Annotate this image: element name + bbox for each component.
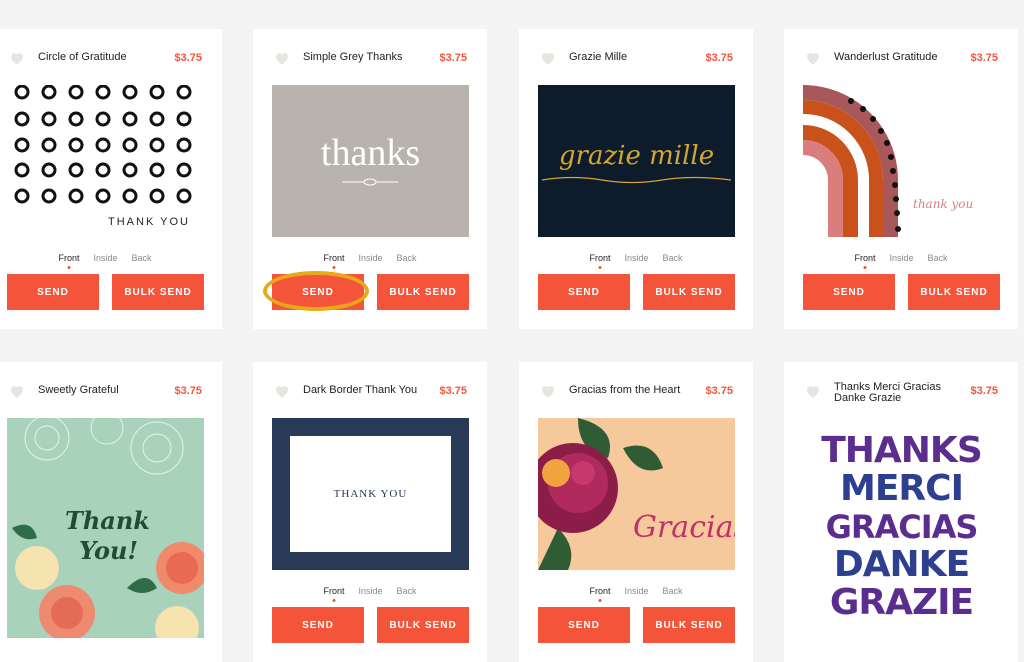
word-merci: MERCI — [840, 468, 964, 509]
view-tabs: Front Inside Back — [519, 253, 753, 263]
card-wanderlust-gratitude: Wanderlust Gratitude $3.75 thank you Fro… — [784, 29, 1018, 329]
heart-icon[interactable] — [804, 49, 822, 67]
view-tabs: Front Inside Back — [0, 253, 222, 263]
card-artwork[interactable]: THANK YOU — [272, 418, 469, 570]
bulk-send-button[interactable]: BULK SEND — [377, 274, 469, 310]
tab-back[interactable]: Back — [928, 253, 948, 263]
tab-front[interactable]: Front — [323, 586, 344, 596]
card-simple-grey-thanks: Simple Grey Thanks $3.75 thanks Front Ins… — [253, 29, 487, 329]
art-text-line-2: You! — [79, 536, 139, 565]
card-title[interactable]: Circle of Gratitude — [38, 52, 163, 63]
card-title[interactable]: Thanks Merci Gracias Danke Grazie — [834, 382, 959, 404]
tab-front[interactable]: Front — [323, 253, 344, 263]
bulk-send-button[interactable]: BULK SEND — [643, 607, 735, 643]
flourish-icon — [542, 176, 731, 184]
art-text-line-1: Thank — [65, 506, 150, 535]
view-tabs: Front Inside Back — [253, 253, 487, 263]
ornament-icon — [342, 178, 398, 186]
send-button[interactable]: SEND — [803, 274, 895, 310]
tab-back[interactable]: Back — [663, 586, 683, 596]
card-sweetly-grateful: Sweetly Grateful $3.75 Thank You! — [0, 362, 222, 662]
send-button[interactable]: SEND — [272, 274, 364, 310]
heart-icon[interactable] — [273, 49, 291, 67]
word-grazie: GRAZIE — [829, 582, 974, 623]
tab-back[interactable]: Back — [132, 253, 152, 263]
card-title[interactable]: Grazie Mille — [569, 52, 694, 63]
tab-front[interactable]: Front — [58, 253, 79, 263]
card-header: Circle of Gratitude $3.75 — [0, 29, 222, 89]
tab-inside[interactable]: Inside — [889, 253, 913, 263]
card-header: Grazie Mille $3.75 — [519, 29, 753, 89]
bulk-send-button[interactable]: BULK SEND — [643, 274, 735, 310]
card-price: $3.75 — [439, 385, 467, 397]
tab-inside[interactable]: Inside — [358, 586, 382, 596]
card-artwork[interactable]: THANKS MERCI GRACIAS DANKE GRAZIE — [803, 432, 1000, 642]
card-circle-of-gratitude: Circle of Gratitude $3.75 THANK YOU Fron… — [0, 29, 222, 329]
card-gracias-from-the-heart: Gracias from the Heart $3.75 Gracias Fro… — [519, 362, 753, 662]
heart-icon[interactable] — [8, 49, 26, 67]
card-header: Dark Border Thank You $3.75 — [253, 362, 487, 422]
card-title[interactable]: Dark Border Thank You — [303, 385, 428, 396]
tab-front[interactable]: Front — [589, 586, 610, 596]
tab-inside[interactable]: Inside — [624, 253, 648, 263]
bulk-send-button[interactable]: BULK SEND — [908, 274, 1000, 310]
view-tabs: Front Inside Back — [253, 586, 487, 596]
card-price: $3.75 — [174, 385, 202, 397]
card-title[interactable]: Wanderlust Gratitude — [834, 52, 959, 63]
art-text: THANK YOU — [333, 488, 408, 500]
card-title[interactable]: Sweetly Grateful — [38, 385, 163, 396]
card-price: $3.75 — [970, 385, 998, 397]
card-header: Wanderlust Gratitude $3.75 — [784, 29, 1018, 89]
card-artwork[interactable]: Thank You! — [7, 418, 204, 638]
card-thanks-merci-gracias: Thanks Merci Gracias Danke Grazie $3.75 … — [784, 362, 1018, 662]
view-tabs: Front Inside Back — [519, 586, 753, 596]
card-dark-border-thank-you: Dark Border Thank You $3.75 THANK YOU Fr… — [253, 362, 487, 662]
bulk-send-button[interactable]: BULK SEND — [112, 274, 204, 310]
send-button[interactable]: SEND — [538, 274, 630, 310]
card-grazie-mille: Grazie Mille $3.75 grazie mille Front Ins… — [519, 29, 753, 329]
card-header: Thanks Merci Gracias Danke Grazie $3.75 — [784, 362, 1018, 422]
art-text: Gracias — [633, 510, 735, 545]
card-price: $3.75 — [705, 385, 733, 397]
word-thanks: THANKS — [821, 432, 983, 471]
art-text: thanks — [320, 132, 421, 174]
card-title[interactable]: Simple Grey Thanks — [303, 52, 428, 63]
art-text: grazie mille — [558, 141, 715, 171]
card-artwork[interactable]: thank you — [803, 85, 1000, 237]
card-header: Gracias from the Heart $3.75 — [519, 362, 753, 422]
card-price: $3.75 — [174, 52, 202, 64]
card-artwork[interactable]: THANK YOU — [7, 85, 204, 237]
card-header: Sweetly Grateful $3.75 — [0, 362, 222, 422]
tab-inside[interactable]: Inside — [624, 586, 648, 596]
send-button[interactable]: SEND — [7, 274, 99, 310]
card-price: $3.75 — [439, 52, 467, 64]
card-title[interactable]: Gracias from the Heart — [569, 385, 694, 396]
heart-icon[interactable] — [8, 382, 26, 400]
tab-front[interactable]: Front — [589, 253, 610, 263]
heart-icon[interactable] — [539, 382, 557, 400]
send-button[interactable]: SEND — [538, 607, 630, 643]
card-price: $3.75 — [970, 52, 998, 64]
tab-inside[interactable]: Inside — [93, 253, 117, 263]
bulk-send-button[interactable]: BULK SEND — [377, 607, 469, 643]
heart-icon[interactable] — [804, 382, 822, 400]
art-text: thank you — [913, 197, 974, 211]
word-danke: DANKE — [833, 544, 970, 585]
tab-back[interactable]: Back — [663, 253, 683, 263]
tab-back[interactable]: Back — [397, 586, 417, 596]
view-tabs: Front Inside Back — [784, 253, 1018, 263]
card-artwork[interactable]: grazie mille — [538, 85, 735, 237]
tab-front[interactable]: Front — [854, 253, 875, 263]
heart-icon[interactable] — [273, 382, 291, 400]
card-header: Simple Grey Thanks $3.75 — [253, 29, 487, 89]
word-gracias: GRACIAS — [825, 508, 979, 546]
heart-icon[interactable] — [539, 49, 557, 67]
card-artwork[interactable]: Gracias — [538, 418, 735, 570]
art-text: THANK YOU — [108, 216, 190, 228]
card-price: $3.75 — [705, 52, 733, 64]
tab-inside[interactable]: Inside — [358, 253, 382, 263]
tab-back[interactable]: Back — [397, 253, 417, 263]
card-artwork[interactable]: thanks — [272, 85, 469, 237]
send-button[interactable]: SEND — [272, 607, 364, 643]
